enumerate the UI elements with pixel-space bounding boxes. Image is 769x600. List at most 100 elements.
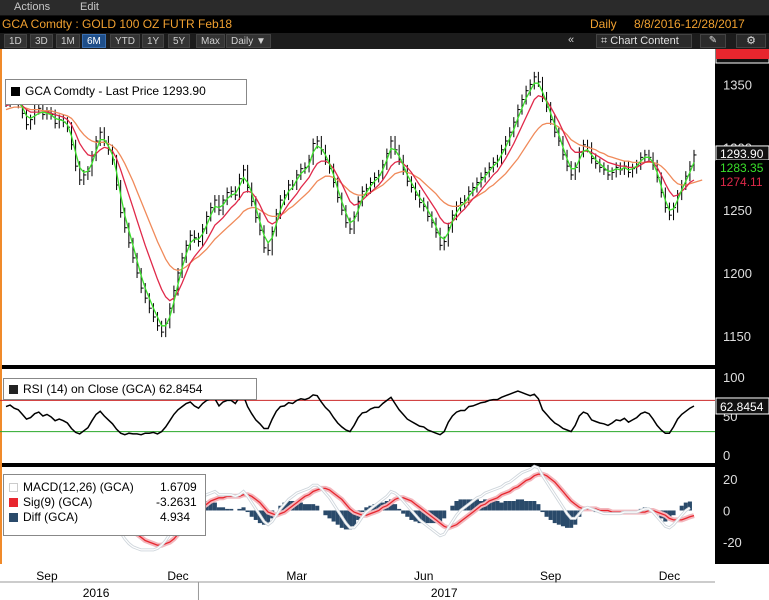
price-y-tick: 1250 xyxy=(723,203,752,218)
period-select[interactable]: Daily ▼ xyxy=(226,34,271,48)
title-bar: GCA Comdty : GOLD 100 OZ FUTR Feb18 Dail… xyxy=(0,16,769,33)
price-y-tick: 1350 xyxy=(723,77,752,92)
legend-swatch-rsi xyxy=(9,385,18,394)
legend-signal-name: Sig(9) (GCA) xyxy=(23,495,93,509)
macd-diff-bar xyxy=(540,510,545,513)
legend-row-macd: MACD(12,26) (GCA) 1.6709 xyxy=(9,480,200,495)
chart-icon: ⌗ xyxy=(601,35,608,47)
macd-diff-bar xyxy=(548,510,553,520)
macd-diff-bar xyxy=(245,510,250,513)
range-button-1y[interactable]: 1Y xyxy=(142,34,165,48)
year-tick-label: 2017 xyxy=(431,586,458,600)
collapse-button[interactable]: « xyxy=(568,34,574,46)
macd-diff-bar xyxy=(298,502,303,511)
draw-tool-icon[interactable]: ✎ xyxy=(700,34,726,48)
menu-actions[interactable]: Actions xyxy=(14,1,50,13)
macd-diff-bar xyxy=(556,510,561,525)
legend-macd-value: 1.6709 xyxy=(160,480,197,494)
macd-diff-bar xyxy=(315,505,320,511)
month-tick-label: Mar xyxy=(286,569,307,583)
legend-swatch-macd xyxy=(9,483,18,492)
macd-diff-bar xyxy=(532,501,537,511)
macd-diff-bar xyxy=(536,504,541,511)
gear-icon[interactable]: ⚙ xyxy=(736,34,766,48)
macd-diff-bar xyxy=(221,507,226,511)
month-tick-label: Dec xyxy=(659,569,680,583)
legend-row-diff: Diff (GCA) 4.934 xyxy=(9,510,200,525)
legend-swatch-diff xyxy=(9,513,18,522)
date-range-label[interactable]: 8/8/2016-12/28/2017 xyxy=(634,17,745,31)
price-y-tick: 1200 xyxy=(723,266,752,281)
month-tick-label: Sep xyxy=(36,569,58,583)
macd-diff-bar xyxy=(519,499,525,511)
range-button-3d[interactable]: 3D xyxy=(30,34,53,48)
range-button-max[interactable]: Max xyxy=(196,34,225,48)
frequency-label[interactable]: Daily xyxy=(590,17,617,31)
macd-diff-bar xyxy=(237,508,242,511)
month-tick-label: Sep xyxy=(540,569,562,583)
macd-legend[interactable]: MACD(12,26) (GCA) 1.6709 Sig(9) (GCA) -3.2… xyxy=(3,474,206,536)
menu-bar: Actions Edit xyxy=(0,0,769,16)
month-tick-label: Dec xyxy=(167,569,188,583)
chart-content-label: Chart Content xyxy=(610,35,679,47)
macd-diff-bar xyxy=(225,508,230,511)
macd-diff-bar xyxy=(229,508,234,511)
price-legend-label: GCA Comdty - Last Price 1293.90 xyxy=(25,84,206,98)
range-button-5y[interactable]: 5Y xyxy=(168,34,191,48)
macd-diff-bar xyxy=(401,510,406,514)
month-tick-label: Jun xyxy=(414,569,433,583)
legend-diff-value: 4.934 xyxy=(160,510,191,524)
macd-diff-bar xyxy=(323,510,328,516)
macd-diff-bar xyxy=(327,510,332,519)
macd-diff-bar xyxy=(671,510,676,516)
price-last-label: 1274.11 xyxy=(720,175,763,189)
price-last-label: 1293.90 xyxy=(720,147,764,161)
rsi-y-tick: 100 xyxy=(723,370,745,385)
macd-diff-bar xyxy=(544,510,549,517)
macd-diff-bar xyxy=(397,508,402,511)
legend-swatch-price xyxy=(11,87,20,96)
macd-diff-bar xyxy=(528,501,533,511)
price-y-tick: 1150 xyxy=(723,329,751,344)
macd-diff-bar xyxy=(360,510,365,513)
macd-diff-bar xyxy=(450,505,455,511)
legend-macd-name: MACD(12,26) (GCA) xyxy=(23,480,134,494)
range-button-1d[interactable]: 1D xyxy=(4,34,27,48)
macd-diff-bar xyxy=(405,510,410,517)
macd-diff-bar xyxy=(212,502,217,511)
rsi-legend[interactable]: RSI (14) on Close (GCA) 62.8454 xyxy=(3,378,257,400)
menu-edit[interactable]: Edit xyxy=(80,1,99,13)
legend-signal-value: -3.2631 xyxy=(156,495,197,509)
range-button-1m[interactable]: 1M xyxy=(56,34,80,48)
range-button-ytd[interactable]: YTD xyxy=(110,34,140,48)
macd-diff-bar xyxy=(515,499,520,511)
legend-row-signal: Sig(9) (GCA) -3.2631 xyxy=(9,495,200,510)
macd-y-tick: -20 xyxy=(723,535,742,550)
security-title: GCA Comdty : GOLD 100 OZ FUTR Feb18 xyxy=(2,17,233,31)
rsi-y-tick: 0 xyxy=(723,448,730,463)
macd-diff-bar xyxy=(454,501,459,511)
legend-diff-name: Diff (GCA) xyxy=(23,510,79,524)
macd-diff-bar xyxy=(307,504,312,511)
macd-diff-bar xyxy=(524,501,529,511)
macd-diff-bar xyxy=(511,501,516,511)
price-legend[interactable]: GCA Comdty - Last Price 1293.90 xyxy=(5,79,247,105)
chart-content-button[interactable]: ⌗ Chart Content xyxy=(596,34,692,48)
price-last-label: 1283.35 xyxy=(720,161,764,175)
range-toolbar: 1D 3D 1M 6M YTD 1Y 5Y Max Daily ▼ « ⌗ Ch… xyxy=(0,33,769,49)
macd-diff-bar xyxy=(331,510,336,522)
rsi-last-label: 62.8454 xyxy=(720,400,764,414)
macd-diff-bar xyxy=(679,505,684,511)
year-tick-label: 2016 xyxy=(83,586,110,600)
chevron-down-icon: ▼ xyxy=(256,36,266,47)
macd-diff-bar xyxy=(560,510,565,527)
macd-diff-bar xyxy=(503,501,508,511)
range-button-6m[interactable]: 6M xyxy=(82,34,106,48)
macd-diff-bar xyxy=(249,510,254,517)
macd-diff-bar xyxy=(442,510,447,519)
macd-y-tick: 0 xyxy=(723,503,730,518)
macd-diff-bar xyxy=(216,507,221,511)
macd-diff-bar xyxy=(499,502,504,511)
macd-diff-bar xyxy=(311,504,316,511)
macd-diff-bar xyxy=(393,504,398,511)
